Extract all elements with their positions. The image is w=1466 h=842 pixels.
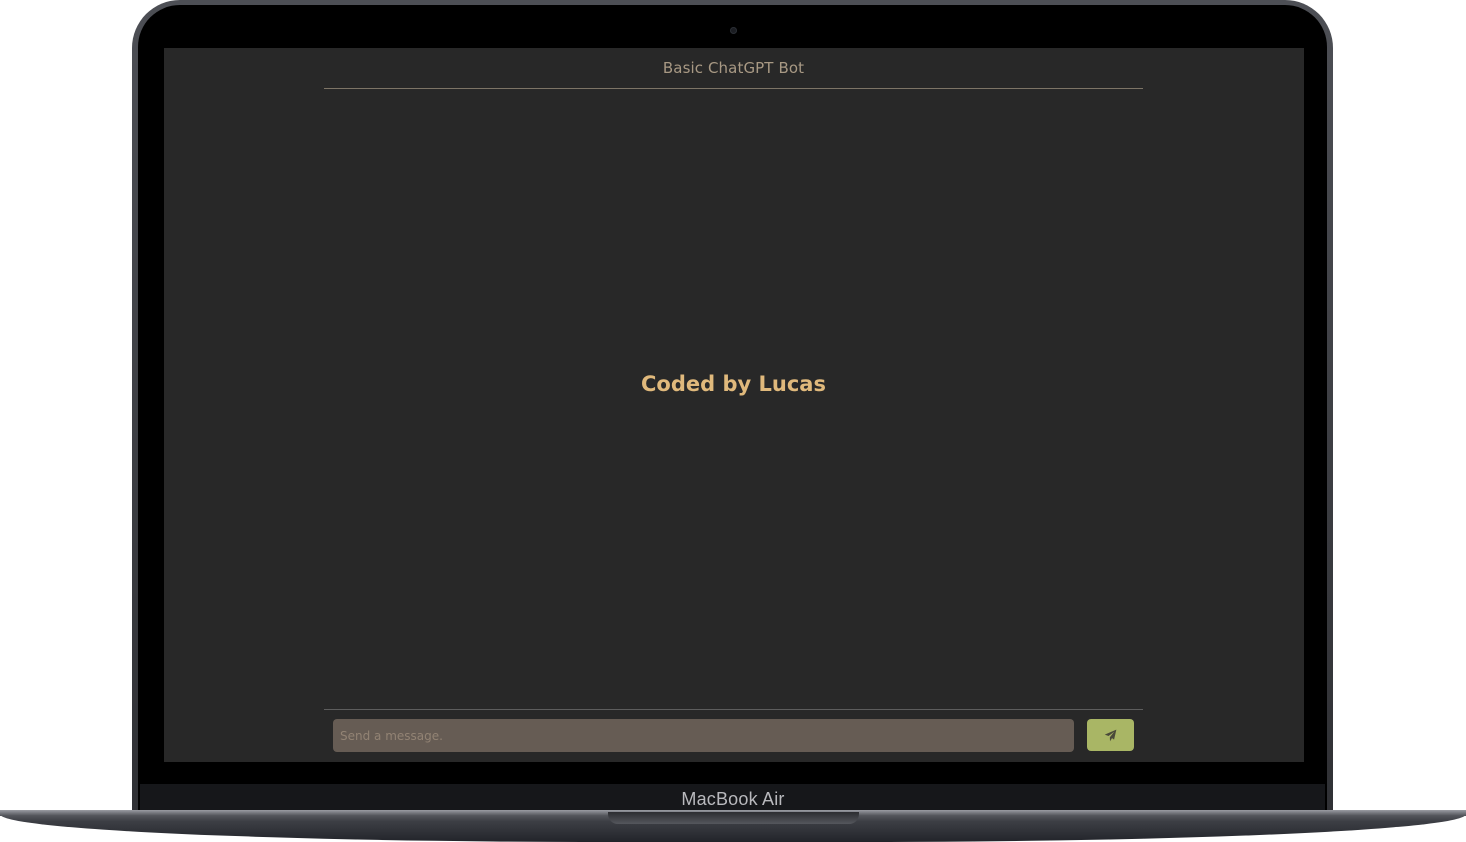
chat-app: Basic ChatGPT Bot Coded by Lucas (324, 48, 1143, 762)
message-composer (324, 709, 1143, 762)
laptop-mockup: Basic ChatGPT Bot Coded by Lucas MacBook… (0, 0, 1466, 842)
camera-icon (730, 27, 737, 34)
chat-messages-area: Coded by Lucas (324, 89, 1143, 709)
paper-plane-icon (1104, 729, 1117, 741)
app-header: Basic ChatGPT Bot (324, 48, 1143, 89)
credit-text: Coded by Lucas (641, 372, 826, 396)
laptop-notch (608, 812, 859, 824)
app-title: Basic ChatGPT Bot (662, 59, 805, 77)
message-input[interactable] (333, 719, 1074, 752)
send-button[interactable] (1087, 719, 1134, 751)
screen: Basic ChatGPT Bot Coded by Lucas (164, 48, 1304, 762)
